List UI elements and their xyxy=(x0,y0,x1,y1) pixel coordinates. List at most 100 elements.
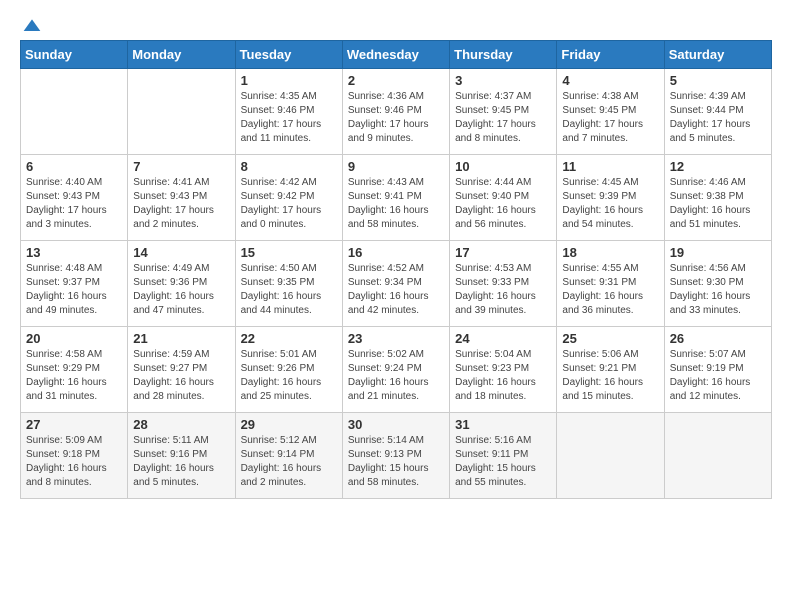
calendar-cell xyxy=(664,413,771,499)
day-number: 16 xyxy=(348,245,444,260)
calendar-cell: 25Sunrise: 5:06 AM Sunset: 9:21 PM Dayli… xyxy=(557,327,664,413)
calendar-cell: 20Sunrise: 4:58 AM Sunset: 9:29 PM Dayli… xyxy=(21,327,128,413)
day-number: 14 xyxy=(133,245,229,260)
calendar-week-3: 13Sunrise: 4:48 AM Sunset: 9:37 PM Dayli… xyxy=(21,241,772,327)
header-row xyxy=(20,16,772,32)
calendar-cell: 2Sunrise: 4:36 AM Sunset: 9:46 PM Daylig… xyxy=(342,69,449,155)
day-info: Sunrise: 5:14 AM Sunset: 9:13 PM Dayligh… xyxy=(348,434,444,490)
day-number: 12 xyxy=(670,159,766,174)
day-info: Sunrise: 4:43 AM Sunset: 9:41 PM Dayligh… xyxy=(348,176,444,232)
day-number: 1 xyxy=(241,73,337,88)
day-info: Sunrise: 4:41 AM Sunset: 9:43 PM Dayligh… xyxy=(133,176,229,232)
day-number: 30 xyxy=(348,417,444,432)
calendar-cell: 29 Sunrise: 5:12 AM Sunset: 9:14 PM Dayli… xyxy=(235,413,342,499)
day-info: Sunrise: 4:46 AM Sunset: 9:38 PM Dayligh… xyxy=(670,176,766,232)
calendar-cell: 26 Sunrise: 5:07 AM Sunset: 9:19 PM Dayli… xyxy=(664,327,771,413)
calendar-cell: 23 Sunrise: 5:02 AM Sunset: 9:24 PM Dayli… xyxy=(342,327,449,413)
day-number: 24 xyxy=(455,331,551,346)
calendar-cell: 6Sunrise: 4:40 AM Sunset: 9:43 PM Daylig… xyxy=(21,155,128,241)
day-info: Sunrise: 4:42 AM Sunset: 9:42 PM Dayligh… xyxy=(241,176,337,232)
day-info: Sunrise: 5:09 AM Sunset: 9:18 PM Dayligh… xyxy=(26,434,122,490)
day-info: Sunrise: 5:16 AM Sunset: 9:11 PM Dayligh… xyxy=(455,434,551,490)
calendar-cell: 28 Sunrise: 5:11 AM Sunset: 9:16 PM Dayli… xyxy=(128,413,235,499)
day-number: 27 xyxy=(26,417,122,432)
logo xyxy=(20,16,42,32)
weekday-header-thursday: Thursday xyxy=(450,41,557,69)
calendar-cell xyxy=(21,69,128,155)
calendar-cell: 31 Sunrise: 5:16 AM Sunset: 9:11 PM Dayli… xyxy=(450,413,557,499)
calendar-header-row: SundayMondayTuesdayWednesdayThursdayFrid… xyxy=(21,41,772,69)
day-info: Sunrise: 4:52 AM Sunset: 9:34 PM Dayligh… xyxy=(348,262,444,318)
calendar-table: SundayMondayTuesdayWednesdayThursdayFrid… xyxy=(20,40,772,499)
day-info: Sunrise: 4:37 AM Sunset: 9:45 PM Dayligh… xyxy=(455,90,551,146)
calendar-cell xyxy=(128,69,235,155)
calendar-cell: 30 Sunrise: 5:14 AM Sunset: 9:13 PM Dayli… xyxy=(342,413,449,499)
calendar-cell: 7 Sunrise: 4:41 AM Sunset: 9:43 PM Daylig… xyxy=(128,155,235,241)
day-number: 26 xyxy=(670,331,766,346)
day-info: Sunrise: 4:45 AM Sunset: 9:39 PM Dayligh… xyxy=(562,176,658,232)
day-info: Sunrise: 4:39 AM Sunset: 9:44 PM Dayligh… xyxy=(670,90,766,146)
calendar-cell: 18 Sunrise: 4:55 AM Sunset: 9:31 PM Dayli… xyxy=(557,241,664,327)
calendar-cell xyxy=(557,413,664,499)
day-number: 23 xyxy=(348,331,444,346)
calendar-cell: 16 Sunrise: 4:52 AM Sunset: 9:34 PM Dayli… xyxy=(342,241,449,327)
day-info: Sunrise: 4:35 AM Sunset: 9:46 PM Dayligh… xyxy=(241,90,337,146)
calendar-cell: 12 Sunrise: 4:46 AM Sunset: 9:38 PM Dayli… xyxy=(664,155,771,241)
day-info: Sunrise: 5:02 AM Sunset: 9:24 PM Dayligh… xyxy=(348,348,444,404)
day-number: 9 xyxy=(348,159,444,174)
calendar-cell: 5 Sunrise: 4:39 AM Sunset: 9:44 PM Daylig… xyxy=(664,69,771,155)
day-number: 8 xyxy=(241,159,337,174)
day-number: 10 xyxy=(455,159,551,174)
day-info: Sunrise: 5:01 AM Sunset: 9:26 PM Dayligh… xyxy=(241,348,337,404)
calendar-cell: 4 Sunrise: 4:38 AM Sunset: 9:45 PM Daylig… xyxy=(557,69,664,155)
weekday-header-sunday: Sunday xyxy=(21,41,128,69)
day-number: 15 xyxy=(241,245,337,260)
weekday-header-saturday: Saturday xyxy=(664,41,771,69)
calendar-cell: 19 Sunrise: 4:56 AM Sunset: 9:30 PM Dayli… xyxy=(664,241,771,327)
calendar-cell: 15 Sunrise: 4:50 AM Sunset: 9:35 PM Dayli… xyxy=(235,241,342,327)
calendar-cell: 14 Sunrise: 4:49 AM Sunset: 9:36 PM Dayli… xyxy=(128,241,235,327)
day-info: Sunrise: 4:55 AM Sunset: 9:31 PM Dayligh… xyxy=(562,262,658,318)
day-number: 28 xyxy=(133,417,229,432)
logo-icon xyxy=(22,16,42,36)
calendar-week-1: 1 Sunrise: 4:35 AM Sunset: 9:46 PM Daylig… xyxy=(21,69,772,155)
day-info: Sunrise: 4:38 AM Sunset: 9:45 PM Dayligh… xyxy=(562,90,658,146)
day-info: Sunrise: 5:07 AM Sunset: 9:19 PM Dayligh… xyxy=(670,348,766,404)
calendar-cell: 3 Sunrise: 4:37 AM Sunset: 9:45 PM Daylig… xyxy=(450,69,557,155)
page: SundayMondayTuesdayWednesdayThursdayFrid… xyxy=(0,0,792,612)
weekday-header-friday: Friday xyxy=(557,41,664,69)
calendar-cell: 24Sunrise: 5:04 AM Sunset: 9:23 PM Dayli… xyxy=(450,327,557,413)
day-number: 4 xyxy=(562,73,658,88)
day-number: 19 xyxy=(670,245,766,260)
day-number: 3 xyxy=(455,73,551,88)
calendar-week-5: 27 Sunrise: 5:09 AM Sunset: 9:18 PM Dayli… xyxy=(21,413,772,499)
day-number: 13 xyxy=(26,245,122,260)
day-number: 21 xyxy=(133,331,229,346)
day-info: Sunrise: 5:11 AM Sunset: 9:16 PM Dayligh… xyxy=(133,434,229,490)
day-info: Sunrise: 4:56 AM Sunset: 9:30 PM Dayligh… xyxy=(670,262,766,318)
day-number: 11 xyxy=(562,159,658,174)
weekday-header-tuesday: Tuesday xyxy=(235,41,342,69)
day-number: 7 xyxy=(133,159,229,174)
day-info: Sunrise: 4:49 AM Sunset: 9:36 PM Dayligh… xyxy=(133,262,229,318)
day-info: Sunrise: 4:59 AM Sunset: 9:27 PM Dayligh… xyxy=(133,348,229,404)
calendar-cell: 11 Sunrise: 4:45 AM Sunset: 9:39 PM Dayli… xyxy=(557,155,664,241)
day-number: 17 xyxy=(455,245,551,260)
day-number: 5 xyxy=(670,73,766,88)
day-number: 31 xyxy=(455,417,551,432)
day-info: Sunrise: 4:53 AM Sunset: 9:33 PM Dayligh… xyxy=(455,262,551,318)
day-info: Sunrise: 5:12 AM Sunset: 9:14 PM Dayligh… xyxy=(241,434,337,490)
calendar-cell: 1 Sunrise: 4:35 AM Sunset: 9:46 PM Daylig… xyxy=(235,69,342,155)
calendar-week-2: 6Sunrise: 4:40 AM Sunset: 9:43 PM Daylig… xyxy=(21,155,772,241)
day-number: 18 xyxy=(562,245,658,260)
calendar-cell: 22Sunrise: 5:01 AM Sunset: 9:26 PM Dayli… xyxy=(235,327,342,413)
weekday-header-monday: Monday xyxy=(128,41,235,69)
day-number: 6 xyxy=(26,159,122,174)
day-info: Sunrise: 4:36 AM Sunset: 9:46 PM Dayligh… xyxy=(348,90,444,146)
calendar-cell: 21 Sunrise: 4:59 AM Sunset: 9:27 PM Dayli… xyxy=(128,327,235,413)
calendar-cell: 27 Sunrise: 5:09 AM Sunset: 9:18 PM Dayli… xyxy=(21,413,128,499)
calendar-week-4: 20Sunrise: 4:58 AM Sunset: 9:29 PM Dayli… xyxy=(21,327,772,413)
calendar-cell: 9 Sunrise: 4:43 AM Sunset: 9:41 PM Daylig… xyxy=(342,155,449,241)
day-info: Sunrise: 4:50 AM Sunset: 9:35 PM Dayligh… xyxy=(241,262,337,318)
day-number: 29 xyxy=(241,417,337,432)
